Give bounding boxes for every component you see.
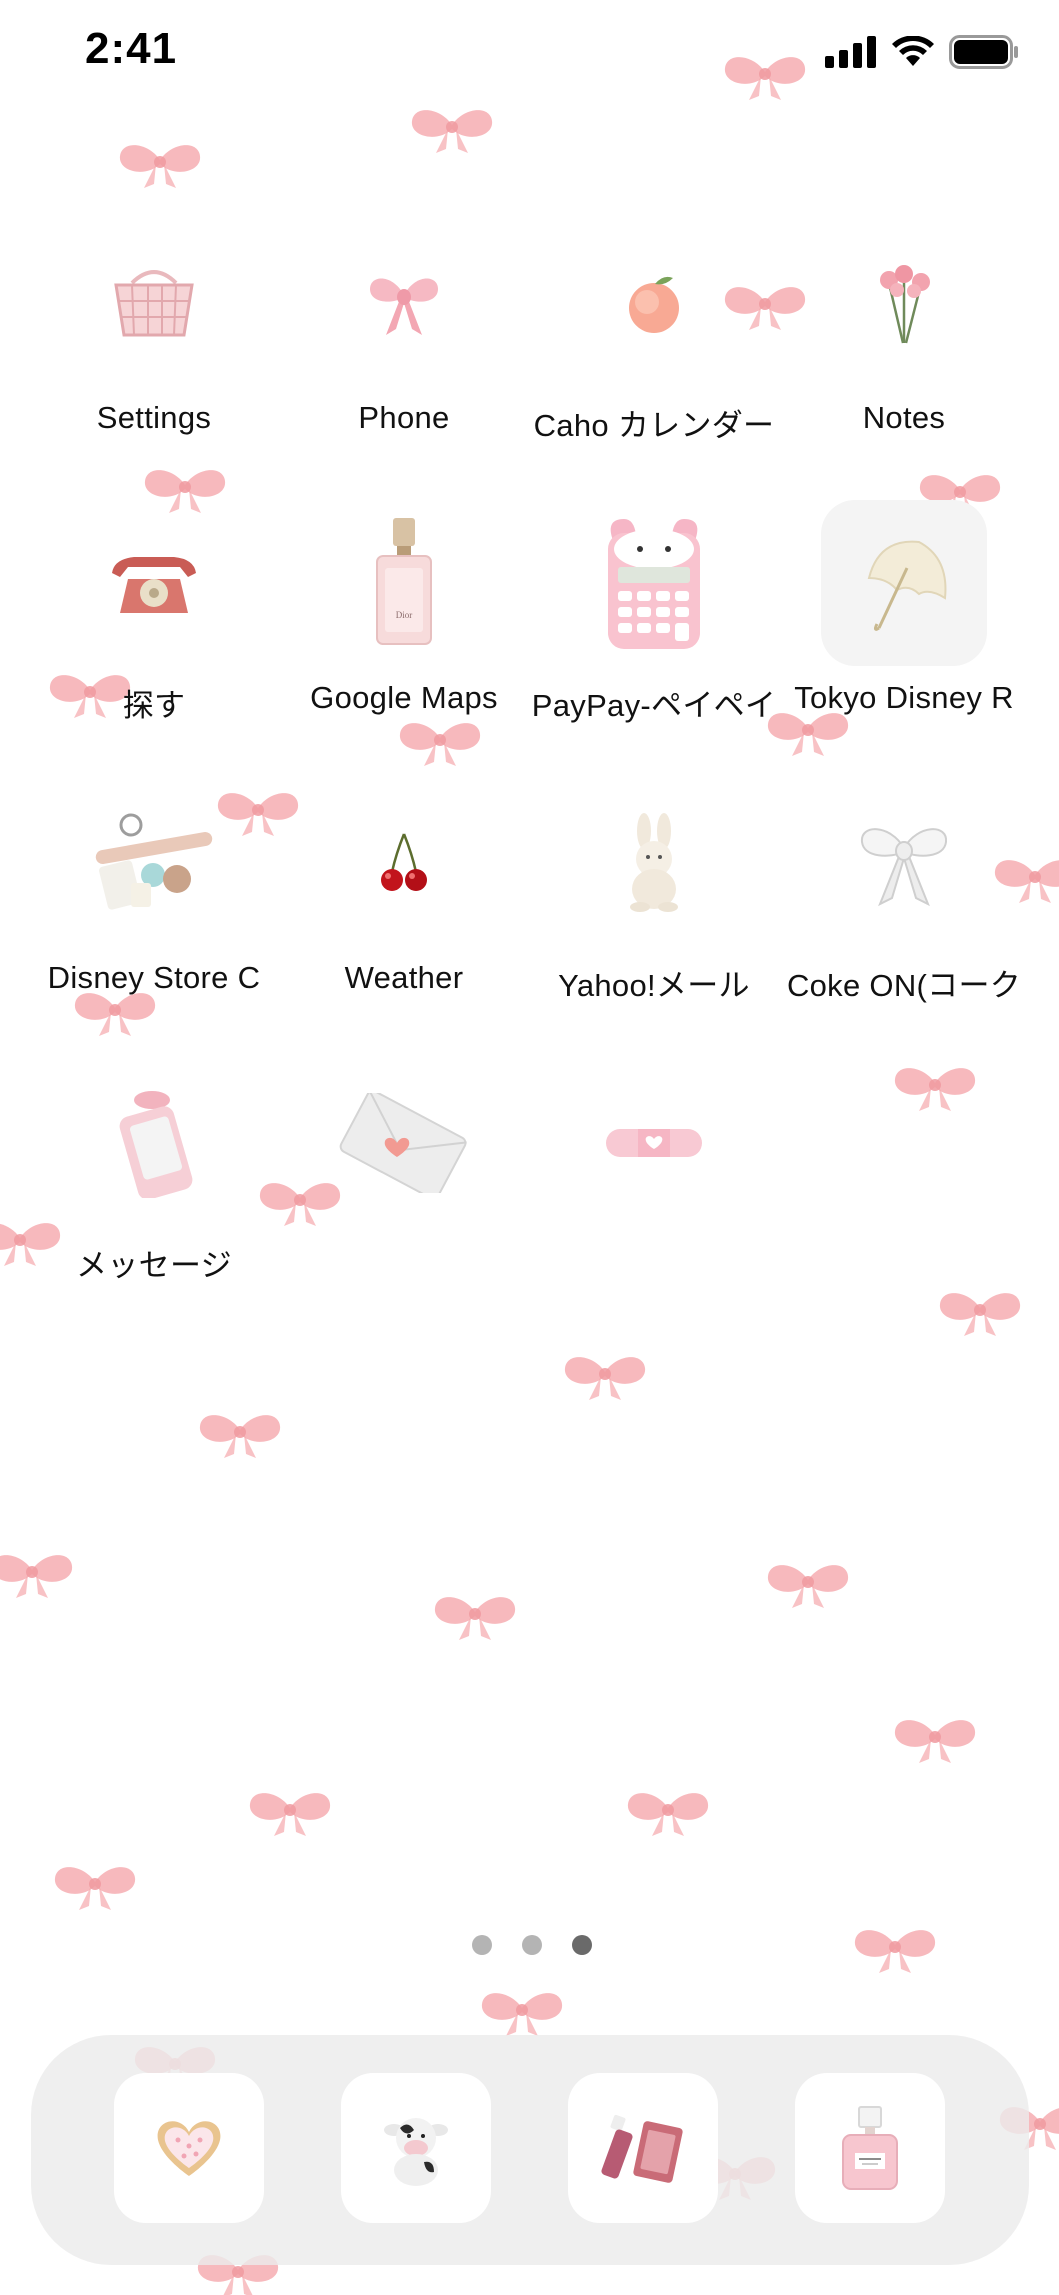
envelope-heart-icon	[321, 1060, 487, 1226]
app-caho-calendar[interactable]: Caho カレンダー	[529, 200, 779, 450]
app-label: Phone	[358, 400, 450, 435]
app-coke-on[interactable]: Coke ON(コーク	[779, 760, 1029, 1010]
bow-decoration	[894, 1068, 976, 1111]
pink-roses-icon	[821, 220, 987, 386]
page-dot[interactable]	[522, 1935, 542, 1955]
app-bandage[interactable]	[529, 1040, 779, 1290]
peach-icon	[571, 220, 737, 386]
dock-app-2[interactable]	[341, 2073, 491, 2223]
bow-decoration	[564, 1357, 646, 1400]
white-bow-icon	[821, 780, 987, 946]
app-weather[interactable]: Weather	[279, 760, 529, 1010]
cosmetics-icon	[71, 780, 237, 946]
dock-app-4[interactable]	[795, 2073, 945, 2223]
app-label: Google Maps	[310, 680, 498, 715]
bow-decoration	[939, 1293, 1021, 1336]
app-settings[interactable]: Settings	[29, 200, 279, 450]
bow-decoration	[434, 1597, 516, 1640]
perfume-chanel-icon	[842, 2106, 898, 2190]
app-mail[interactable]	[279, 1040, 529, 1290]
app-label: Caho カレンダー	[533, 408, 775, 443]
page-indicator[interactable]	[472, 1935, 592, 1955]
heart-cookie-icon	[157, 2121, 221, 2176]
bow-decoration	[894, 1720, 976, 1763]
bow-decoration	[249, 1793, 331, 1836]
app-phone[interactable]: Phone	[279, 200, 529, 450]
app-label: Coke ON(コーク	[786, 968, 1022, 1003]
app-find-my[interactable]: 探す	[29, 480, 279, 730]
lip-gloss-cards-icon	[601, 2114, 683, 2183]
app-disney-store[interactable]: Disney Store C	[29, 760, 279, 1010]
bow-decoration	[411, 110, 493, 153]
app-label: Weather	[344, 960, 464, 995]
calculator-icon	[571, 500, 737, 666]
page-dot[interactable]	[472, 1935, 492, 1955]
rotary-phone-icon	[71, 500, 237, 666]
status-icons	[825, 34, 1019, 70]
parasol-icon	[821, 500, 987, 666]
page-dot-active[interactable]	[572, 1935, 592, 1955]
battery-full-icon	[949, 35, 1018, 69]
app-label: メッセージ	[76, 1248, 232, 1283]
bow-decoration	[481, 1993, 563, 2036]
cow-plush-icon	[384, 2118, 448, 2186]
plush-bunny-icon	[571, 780, 737, 946]
app-yahoo-mail[interactable]: Yahoo!メール	[529, 760, 779, 1010]
bow-decoration	[199, 1415, 281, 1458]
app-label: Settings	[96, 400, 212, 435]
bow-decoration	[627, 1793, 709, 1836]
app-google-maps[interactable]: Dior Google Maps	[279, 480, 529, 730]
app-label: Yahoo!メール	[558, 968, 750, 1003]
app-label: Tokyo Disney R	[794, 680, 1014, 715]
pink-phone-icon	[71, 1060, 237, 1226]
app-label: 探す	[122, 688, 186, 723]
bow-decoration	[767, 1565, 849, 1608]
app-label: Disney Store C	[47, 960, 261, 995]
dock-app-1[interactable]	[114, 2073, 264, 2223]
app-label: Notes	[862, 400, 946, 435]
app-label: PayPay-ペイペイ	[531, 688, 777, 723]
status-time: 2:41	[85, 24, 178, 73]
cherries-icon	[321, 780, 487, 946]
bow-decoration	[119, 145, 201, 188]
svg-text:Dior: Dior	[396, 610, 413, 620]
app-notes[interactable]: Notes	[779, 200, 1029, 450]
cellular-signal-icon	[825, 36, 876, 68]
shopping-basket-icon	[71, 220, 237, 386]
dock	[31, 2035, 1029, 2265]
dock-app-3[interactable]	[568, 2073, 718, 2223]
bow-decoration	[724, 57, 806, 100]
bow-decoration	[0, 1555, 73, 1598]
app-tokyo-disney-resort[interactable]: Tokyo Disney R	[779, 480, 1029, 730]
bow-decoration	[854, 1930, 936, 1973]
bandage-heart-icon	[571, 1060, 737, 1226]
app-messages[interactable]: メッセージ	[29, 1040, 279, 1290]
app-paypay[interactable]: PayPay-ペイペイ	[529, 480, 779, 730]
pink-ribbon-bow-icon	[321, 220, 487, 386]
bow-decoration	[54, 1867, 136, 1910]
perfume-bottle-icon: Dior	[321, 500, 487, 666]
wifi-icon	[892, 36, 934, 66]
